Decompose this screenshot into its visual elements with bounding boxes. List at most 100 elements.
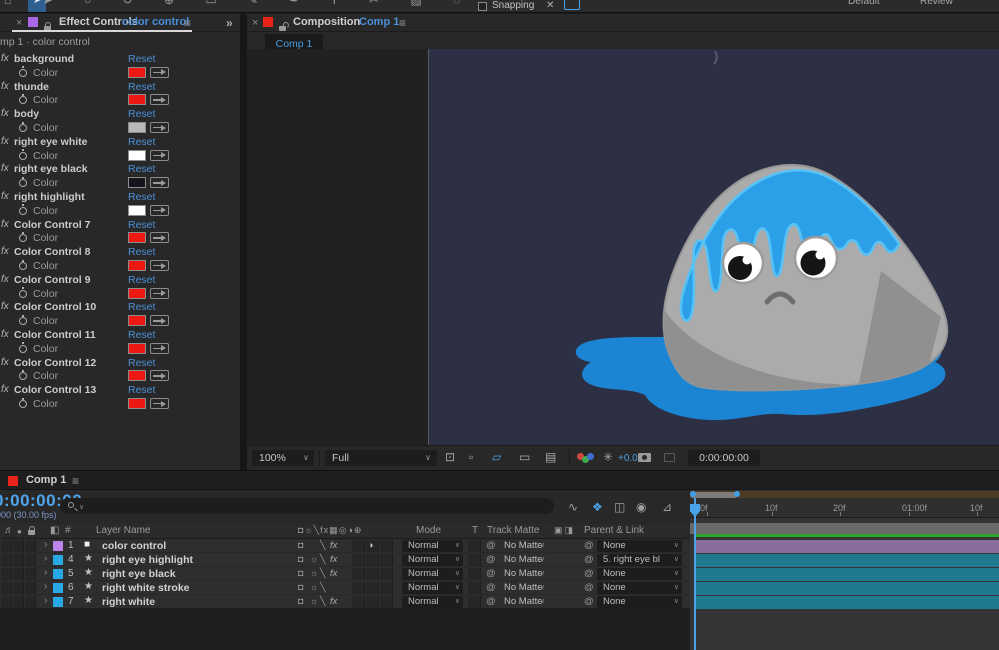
layer-label-chip[interactable] bbox=[53, 596, 63, 607]
parent-dropdown[interactable]: 5. right eye bl ∨ bbox=[597, 553, 682, 566]
parent-pickwhip-icon[interactable]: @ bbox=[584, 540, 594, 551]
viewer-timecode[interactable]: 0:00:00:00 bbox=[688, 450, 760, 466]
track-matte-dropdown[interactable]: No Matte ∨ bbox=[498, 540, 548, 552]
track-area[interactable]: 0f 10f 20f 01:00f 10f bbox=[690, 490, 999, 650]
lock-toggle[interactable] bbox=[25, 595, 36, 608]
layer-label-chip[interactable] bbox=[53, 582, 63, 593]
parent-pickwhip-icon[interactable]: @ bbox=[584, 582, 594, 593]
lock-toggle[interactable] bbox=[25, 567, 36, 580]
parent-dropdown[interactable]: None ∨ bbox=[597, 567, 682, 580]
twirl-icon[interactable]: › bbox=[44, 553, 47, 564]
index-column-header[interactable]: # bbox=[65, 525, 71, 536]
choose-view-layout-icon[interactable]: ⊡ bbox=[445, 450, 455, 464]
effect-reset-link[interactable]: Reset bbox=[128, 329, 155, 341]
effect-header-row[interactable]: fx Color Control 8 Reset bbox=[0, 245, 240, 259]
workspace-review[interactable]: Review bbox=[920, 0, 953, 7]
expression-pickwhip-icon[interactable] bbox=[150, 398, 169, 409]
snapping-options-icon[interactable] bbox=[564, 0, 580, 10]
exposure-value[interactable]: +0.0 bbox=[618, 453, 638, 464]
mode-column-header[interactable]: Mode bbox=[416, 525, 441, 536]
video-toggle[interactable] bbox=[13, 553, 24, 566]
layer-name[interactable]: right white stroke bbox=[102, 582, 190, 594]
track-matte-dropdown[interactable]: No Matte ∨ bbox=[498, 596, 548, 608]
layer-duration-bar[interactable] bbox=[695, 553, 999, 567]
expression-pickwhip-icon[interactable] bbox=[150, 177, 169, 189]
adjustment-cell[interactable] bbox=[380, 539, 393, 552]
resolution-dropdown[interactable]: Full ∨ bbox=[325, 450, 437, 466]
effect-color-property-row[interactable]: Color bbox=[0, 287, 240, 301]
fx-switch-icon[interactable]: fx bbox=[330, 554, 337, 565]
stopwatch-icon[interactable] bbox=[19, 259, 27, 270]
track-matte-dropdown[interactable]: No Matte ∨ bbox=[498, 582, 548, 594]
frame-blend-cell[interactable] bbox=[352, 581, 365, 594]
audio-column-icon[interactable]: ♬ bbox=[4, 525, 14, 536]
video-column-icon[interactable]: ● bbox=[17, 527, 22, 536]
graph-editor-icon[interactable]: ⊿ bbox=[662, 500, 672, 514]
effect-header-row[interactable]: fx right eye black Reset bbox=[0, 162, 240, 176]
effect-header-row[interactable]: fx right highlight Reset bbox=[0, 190, 240, 204]
track-matte-pickwhip-icon[interactable]: @ bbox=[486, 540, 496, 551]
navigator-start-handle[interactable] bbox=[690, 491, 696, 497]
expression-pickwhip-icon[interactable] bbox=[150, 122, 169, 133]
layer-row[interactable]: › 1 ■ color control ◘ ╲ fx ◑ Normal ∨ @ No Matte ∨ @ N… bbox=[0, 539, 690, 552]
audio-toggle[interactable] bbox=[1, 553, 12, 566]
time-navigator[interactable] bbox=[690, 491, 999, 498]
shy-switch-icon[interactable]: ◘ bbox=[298, 554, 303, 564]
quality-switch-icon[interactable]: ╲ bbox=[320, 568, 325, 579]
stopwatch-icon[interactable] bbox=[19, 204, 27, 215]
audio-toggle[interactable] bbox=[1, 539, 12, 552]
color-swatch[interactable] bbox=[128, 287, 146, 299]
mode-dropdown[interactable]: Normal ∨ bbox=[402, 581, 463, 594]
layer-row[interactable]: › 6 ★ right white stroke ◘ ☼ ╲ Normal ∨ @ No Matte… bbox=[0, 581, 690, 594]
effect-reset-link[interactable]: Reset bbox=[128, 384, 155, 396]
color-swatch[interactable] bbox=[128, 122, 146, 133]
preserve-transparency-cell[interactable] bbox=[468, 595, 481, 608]
take-snapshot-icon[interactable] bbox=[638, 453, 651, 462]
composition-viewer[interactable] bbox=[247, 49, 999, 445]
video-toggle[interactable] bbox=[13, 567, 24, 580]
preserve-transparency-cell[interactable] bbox=[468, 539, 481, 552]
effect-header-row[interactable]: fx Color Control 10 Reset bbox=[0, 300, 240, 314]
frame-blend-cell[interactable] bbox=[352, 539, 365, 552]
layer-duration-bar[interactable] bbox=[695, 581, 999, 595]
effect-color-property-row[interactable]: Color bbox=[0, 231, 240, 245]
layer-name[interactable]: right white bbox=[102, 596, 155, 608]
parent-pickwhip-icon[interactable]: @ bbox=[584, 568, 594, 579]
expression-pickwhip-icon[interactable] bbox=[150, 66, 169, 78]
layer-row[interactable]: › 4 ★ right eye highlight ◘ ☼ ╲ fx Normal ∨ @ No Ma… bbox=[0, 553, 690, 566]
panel-target-comp[interactable]: Comp 1 bbox=[359, 16, 399, 28]
expression-pickwhip-icon[interactable] bbox=[150, 370, 169, 382]
navigator-visible-segment[interactable] bbox=[690, 491, 737, 498]
effect-color-property-row[interactable]: Color bbox=[0, 176, 240, 190]
stopwatch-icon[interactable] bbox=[19, 66, 27, 77]
effect-color-property-row[interactable]: Color bbox=[0, 314, 240, 328]
color-swatch[interactable] bbox=[128, 315, 146, 327]
workspace-default[interactable]: Default bbox=[848, 0, 880, 7]
stopwatch-icon[interactable] bbox=[19, 176, 27, 188]
layer-duration-bar[interactable] bbox=[695, 567, 999, 581]
effect-reset-link[interactable]: Reset bbox=[128, 136, 155, 148]
layer-name[interactable]: right eye highlight bbox=[102, 554, 193, 566]
stopwatch-icon[interactable] bbox=[19, 287, 27, 298]
mode-dropdown[interactable]: Normal ∨ bbox=[402, 539, 463, 552]
layer-duration-bar[interactable] bbox=[695, 595, 999, 609]
stopwatch-icon[interactable] bbox=[19, 314, 27, 326]
close-icon[interactable]: × bbox=[252, 17, 258, 29]
motion-blur-cell[interactable] bbox=[366, 567, 379, 580]
collapse-switch-icon[interactable]: ☼ bbox=[310, 568, 318, 578]
playhead-line[interactable] bbox=[694, 498, 696, 650]
label-column-icon[interactable]: ◧ bbox=[50, 525, 59, 536]
color-swatch[interactable] bbox=[128, 398, 146, 409]
expression-pickwhip-icon[interactable] bbox=[150, 342, 169, 354]
frame-blend-cell[interactable] bbox=[352, 553, 365, 566]
stopwatch-icon[interactable] bbox=[19, 342, 27, 353]
mode-dropdown[interactable]: Normal ∨ bbox=[402, 553, 463, 566]
twirl-icon[interactable]: › bbox=[44, 567, 47, 578]
exposure-icon[interactable]: ✳ bbox=[603, 450, 613, 464]
color-swatch[interactable] bbox=[128, 66, 146, 78]
expression-pickwhip-icon[interactable] bbox=[150, 232, 169, 244]
navigator-end-handle[interactable] bbox=[734, 491, 740, 497]
expression-pickwhip-icon[interactable] bbox=[150, 315, 169, 327]
motion-blur-cell[interactable] bbox=[366, 595, 379, 608]
video-toggle[interactable] bbox=[13, 581, 24, 594]
